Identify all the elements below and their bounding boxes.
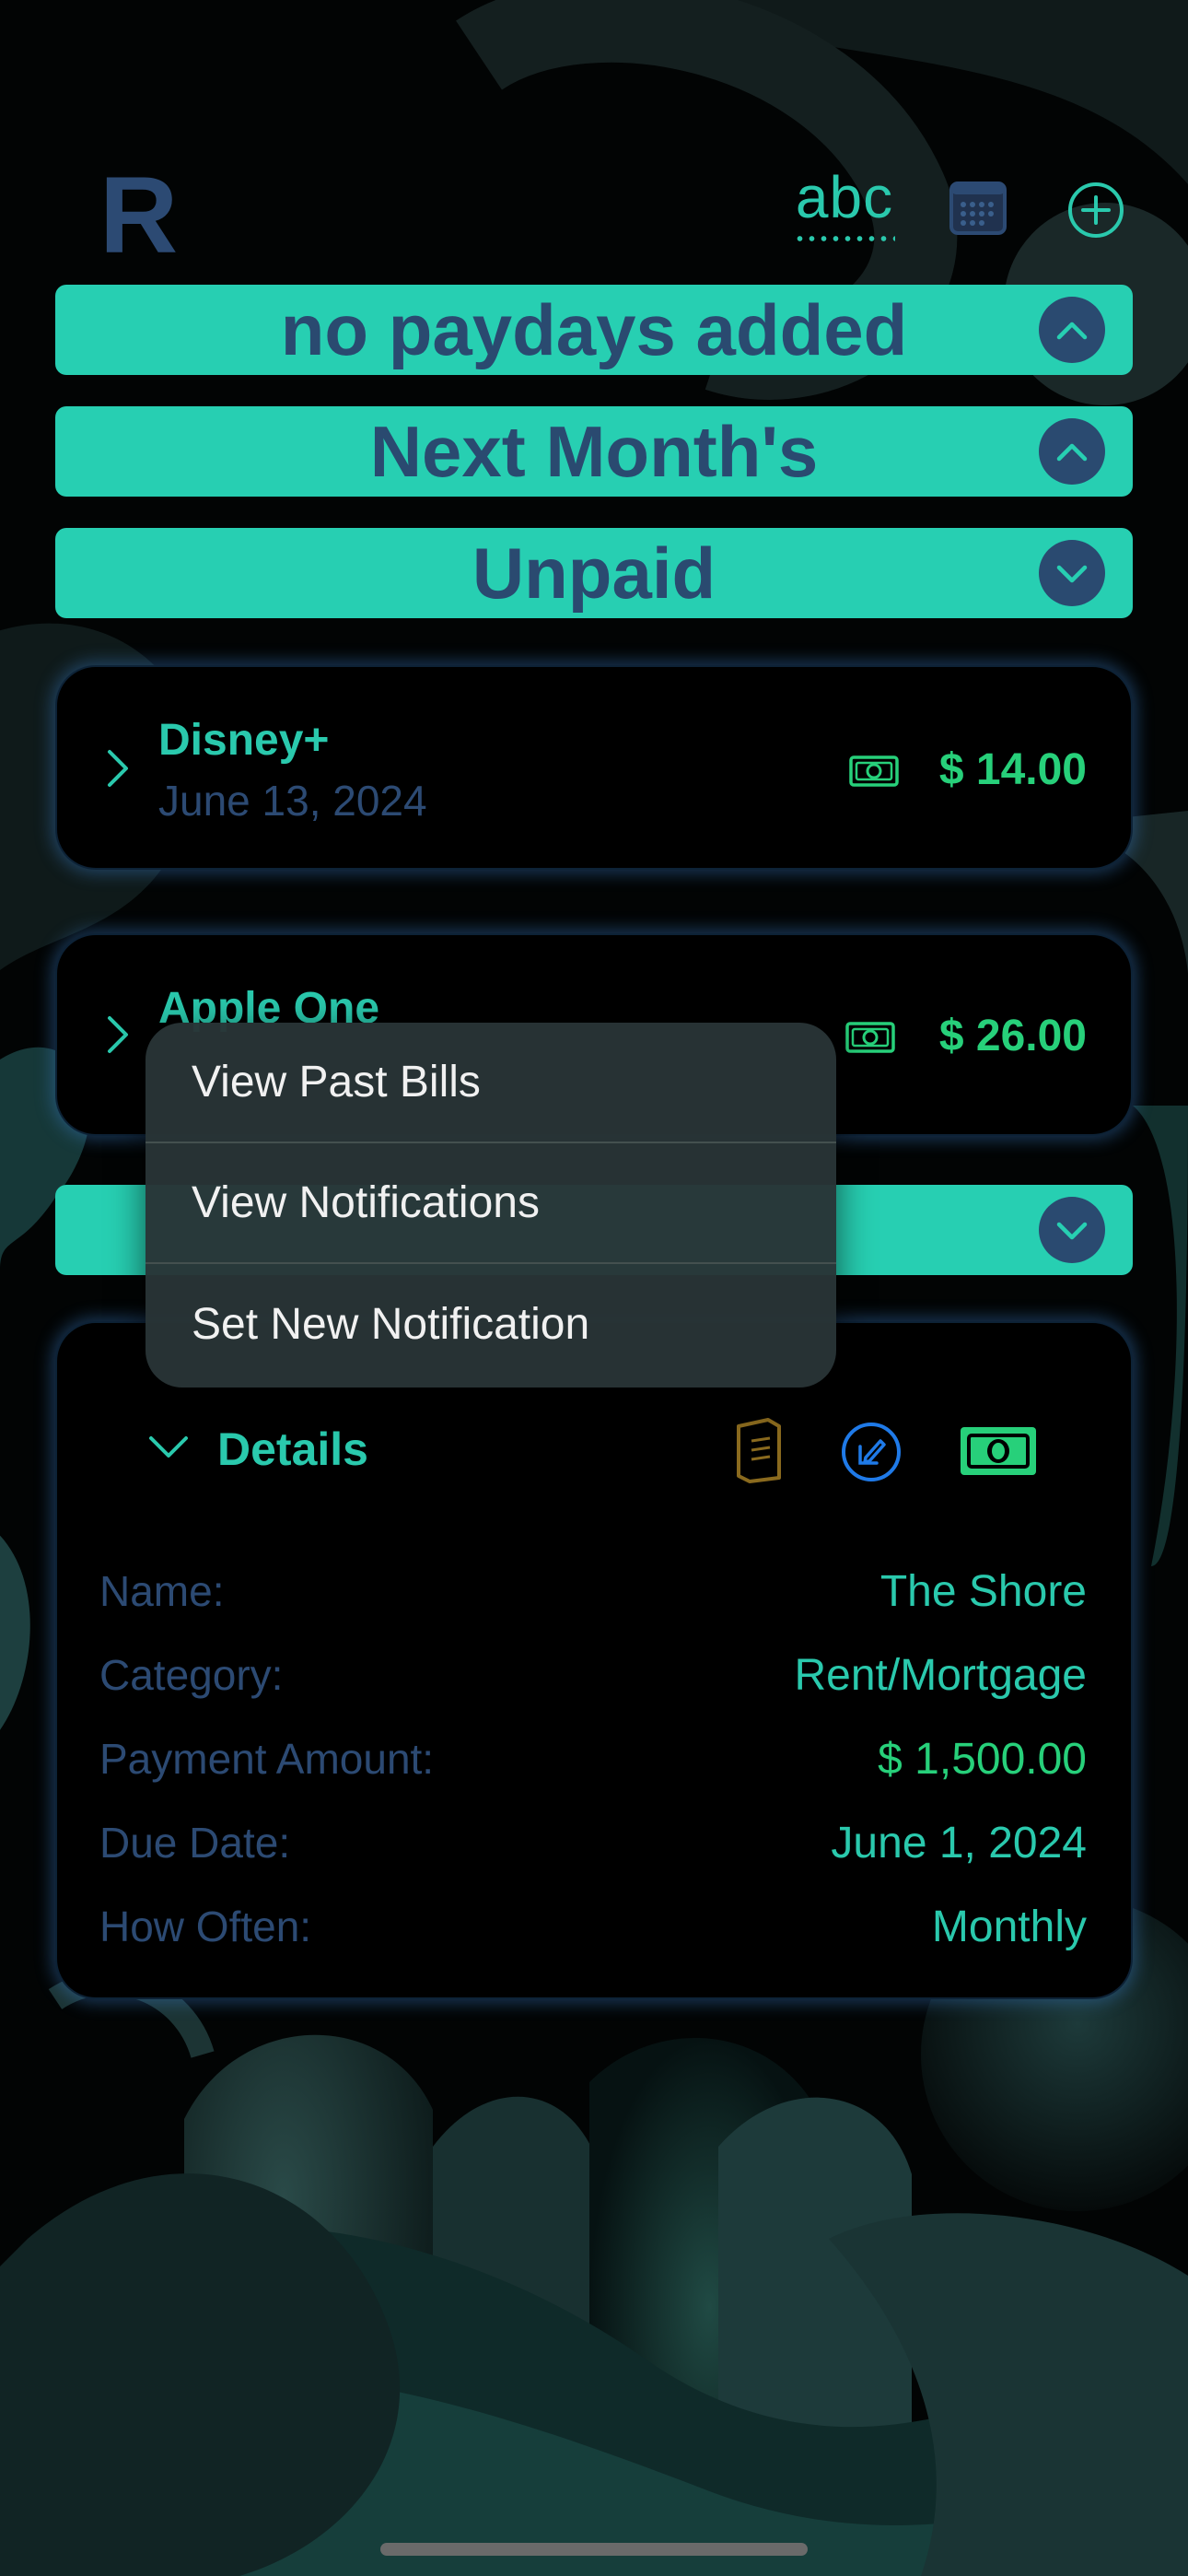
detail-value-how-often: Monthly <box>931 1903 1087 1951</box>
cash-icon[interactable] <box>849 755 899 787</box>
detail-value-payment-amount: $ 1,500.00 <box>878 1735 1087 1784</box>
sort-alphabetical-button[interactable]: abc <box>794 168 895 241</box>
detail-label-due-date: Due Date: <box>99 1819 291 1867</box>
detail-label-how-often: How Often: <box>99 1903 312 1950</box>
home-indicator[interactable] <box>380 2543 808 2556</box>
expand-unpaid-button[interactable] <box>1039 540 1105 606</box>
calendar-icon <box>949 181 1007 235</box>
detail-label-category: Category: <box>99 1651 284 1699</box>
next-month-label: Next Month's <box>369 411 819 492</box>
sort-label: abc <box>795 164 894 230</box>
unpaid-banner[interactable]: Unpaid <box>55 528 1133 618</box>
chevron-right-icon <box>108 750 128 787</box>
context-menu: View Past Bills View Notifications Set N… <box>146 1023 836 1388</box>
collapse-paydays-button[interactable] <box>1039 297 1105 363</box>
app-logo: R <box>99 155 179 276</box>
chevron-up-icon <box>1056 443 1088 462</box>
chevron-up-icon <box>1056 322 1088 340</box>
menu-item-view-notifications[interactable]: View Notifications <box>146 1143 836 1264</box>
menu-item-view-past-bills[interactable]: View Past Bills <box>146 1023 836 1143</box>
detail-value-due-date: June 1, 2024 <box>831 1819 1087 1868</box>
menu-item-set-new-notification[interactable]: Set New Notification <box>146 1264 836 1385</box>
collapse-next-month-button[interactable] <box>1039 418 1105 485</box>
unpaid-label: Unpaid <box>472 533 716 614</box>
cash-icon[interactable] <box>958 1424 1039 1478</box>
chevron-right-icon <box>108 1016 128 1053</box>
bill-date: June 13, 2024 <box>158 777 427 825</box>
detail-label-payment-amount: Payment Amount: <box>99 1735 435 1783</box>
chevron-down-icon <box>1056 1222 1088 1240</box>
edit-icon[interactable] <box>840 1421 903 1483</box>
next-month-banner[interactable]: Next Month's <box>55 406 1133 497</box>
chevron-down-icon[interactable] <box>147 1434 190 1461</box>
bill-card-disney[interactable]: Disney+ June 13, 2024 $ 14.00 <box>55 665 1133 870</box>
details-title[interactable]: Details <box>217 1423 368 1476</box>
paydays-label: no paydays added <box>280 289 908 370</box>
bill-name: Disney+ <box>158 716 330 765</box>
notes-icon[interactable] <box>733 1417 785 1483</box>
sort-dots-underline <box>794 236 895 241</box>
cash-icon[interactable] <box>845 1022 895 1053</box>
bill-amount: $ 14.00 <box>938 745 1087 794</box>
chevron-down-icon <box>1056 565 1088 583</box>
expand-section-button[interactable] <box>1039 1197 1105 1263</box>
calendar-button[interactable] <box>949 181 1007 236</box>
detail-value-name: The Shore <box>879 1567 1087 1616</box>
plus-circle-icon <box>1068 182 1124 238</box>
detail-label-name: Name: <box>99 1567 225 1615</box>
detail-value-category: Rent/Mortgage <box>794 1651 1087 1700</box>
paydays-banner[interactable]: no paydays added <box>55 285 1133 375</box>
add-bill-button[interactable] <box>1066 181 1125 240</box>
bill-amount: $ 26.00 <box>938 1012 1087 1060</box>
